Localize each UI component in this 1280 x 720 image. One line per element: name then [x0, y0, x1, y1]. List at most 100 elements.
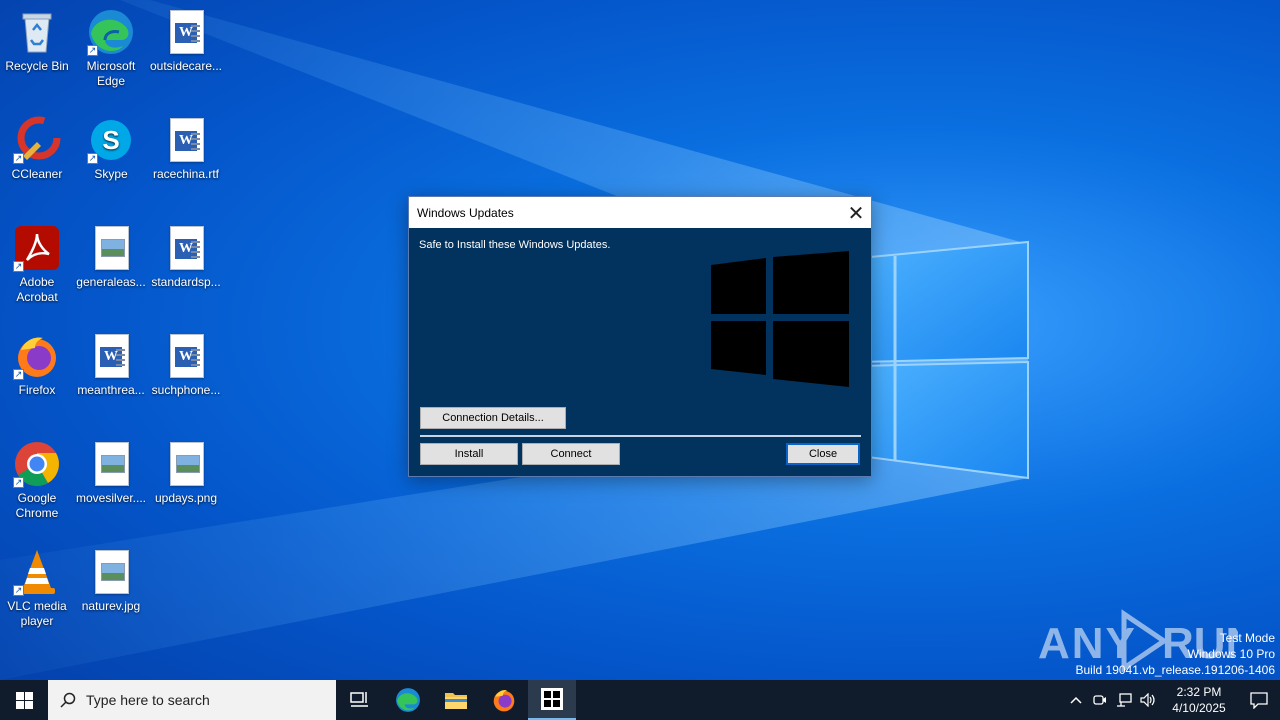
watermark-line: Test Mode — [1219, 631, 1275, 645]
shortcut-arrow-icon: ↗ — [87, 153, 98, 164]
desktop-icon-image-file[interactable]: naturev.jpg — [73, 548, 149, 614]
show-hidden-icons-button[interactable] — [1064, 680, 1088, 720]
start-button[interactable] — [0, 680, 48, 720]
notification-icon — [1250, 692, 1268, 709]
word-document-icon: W — [162, 332, 210, 380]
shortcut-arrow-icon: ↗ — [13, 369, 24, 380]
desktop-icon-image-file[interactable]: updays.png — [148, 440, 224, 506]
close-icon[interactable]: ✕ — [841, 198, 871, 228]
taskbar-windows-updates-button[interactable] — [528, 680, 576, 720]
clock-time: 2:32 PM — [1176, 685, 1222, 699]
word-document-icon: W — [162, 224, 210, 272]
taskbar-search-box[interactable]: Type here to search — [48, 680, 336, 720]
clock-date: 4/10/2025 — [1172, 701, 1226, 715]
desktop-icon-label: racechina.rtf — [152, 167, 220, 181]
desktop-icon-label: VLC media player — [7, 599, 67, 628]
desktop-icon-image-file[interactable]: movesilver.... — [73, 440, 149, 506]
desktop-icon-label: Google Chrome — [15, 491, 59, 520]
install-button[interactable]: Install — [420, 443, 518, 465]
dialog-title: Windows Updates — [417, 205, 514, 220]
dialog-separator — [420, 435, 861, 437]
desktop-icon-label: Recycle Bin — [5, 59, 69, 73]
word-document-icon: W — [162, 116, 210, 164]
desktop-icon-adobe-acrobat[interactable]: ↗ Adobe Acrobat — [0, 224, 75, 305]
desktop-icon-ccleaner[interactable]: ↗ CCleaner — [0, 116, 75, 182]
shortcut-arrow-icon: ↗ — [13, 261, 24, 272]
image-file-icon — [87, 440, 135, 488]
desktop-icon-word-document[interactable]: W outsidecare... — [148, 8, 224, 74]
windows-logo-icon — [711, 251, 849, 387]
desktop-icon-label: outsidecare... — [149, 59, 223, 73]
recycle-bin-icon — [13, 8, 61, 56]
network-button[interactable] — [1112, 680, 1136, 720]
desktop-icon-word-document[interactable]: W meanthrea... — [73, 332, 149, 398]
firefox-icon — [493, 689, 515, 712]
desktop-icon-label: CCleaner — [11, 167, 63, 181]
desktop-icon-image-file[interactable]: generaleas... — [73, 224, 149, 290]
word-document-icon: W — [87, 332, 135, 380]
desktop-icon-label: Skype — [94, 167, 128, 181]
chevron-up-icon — [1070, 696, 1082, 704]
action-center-button[interactable] — [1238, 680, 1280, 720]
network-icon — [1117, 693, 1132, 707]
desktop-icon-label: Firefox — [18, 383, 56, 397]
desktop-icon-word-document[interactable]: W suchphone... — [148, 332, 224, 398]
google-chrome-icon: ↗ — [13, 440, 61, 488]
desktop-icon-label: Adobe Acrobat — [16, 275, 58, 304]
desktop-icon-label: suchphone... — [151, 383, 221, 397]
volume-button[interactable] — [1136, 680, 1160, 720]
image-file-icon — [162, 440, 210, 488]
desktop-icon-word-document[interactable]: W racechina.rtf — [148, 116, 224, 182]
windows-start-icon — [15, 691, 33, 709]
desktop-icon-label: meanthrea... — [77, 383, 145, 397]
test-mode-watermark: Test Mode Windows 10 Pro Build 19041.vb_… — [1076, 630, 1276, 678]
desktop-icon-google-chrome[interactable]: ↗ Google Chrome — [0, 440, 75, 521]
taskbar-edge-button[interactable] — [384, 680, 432, 720]
skype-icon: S ↗ — [87, 116, 135, 164]
image-file-icon — [87, 224, 135, 272]
connect-button[interactable]: Connect — [522, 443, 620, 465]
desktop-icon-label: standardsp... — [151, 275, 221, 289]
desktop-icon-label: movesilver.... — [75, 491, 147, 505]
tray-app-button[interactable] — [1088, 680, 1112, 720]
edge-icon: ↗ — [87, 8, 135, 56]
desktop-icon-word-document[interactable]: W standardsp... — [148, 224, 224, 290]
image-file-icon — [87, 548, 135, 596]
desktop-icon-microsoft-edge[interactable]: ↗ Microsoft Edge — [73, 8, 149, 89]
desktop-icon-vlc[interactable]: ↗ VLC media player — [0, 548, 75, 629]
dialog-titlebar[interactable]: Windows Updates ✕ — [409, 197, 871, 228]
task-view-icon — [350, 692, 368, 707]
taskbar-clock[interactable]: 2:32 PM 4/10/2025 — [1160, 684, 1238, 716]
taskbar-firefox-button[interactable] — [480, 680, 528, 720]
connection-details-button[interactable]: Connection Details... — [420, 407, 566, 429]
taskbar-file-explorer-button[interactable] — [432, 680, 480, 720]
speaker-icon — [1140, 693, 1155, 707]
search-placeholder: Type here to search — [86, 692, 210, 708]
desktop-icon-skype[interactable]: S ↗ Skype — [73, 116, 149, 182]
meet-now-icon — [1093, 695, 1106, 705]
close-button[interactable]: Close — [786, 443, 860, 465]
task-view-button[interactable] — [336, 680, 384, 720]
desktop-icon-firefox[interactable]: ↗ Firefox — [0, 332, 75, 398]
desktop-icon-label: naturev.jpg — [81, 599, 141, 613]
system-tray: 2:32 PM 4/10/2025 — [1064, 680, 1280, 720]
desktop-icon-recycle-bin[interactable]: Recycle Bin — [0, 8, 75, 74]
svg-text:S: S — [102, 125, 119, 155]
ccleaner-icon: ↗ — [13, 116, 61, 164]
word-document-icon: W — [162, 8, 210, 56]
firefox-icon: ↗ — [13, 332, 61, 380]
desktop-icon-label: Microsoft Edge — [86, 59, 136, 88]
search-icon — [60, 692, 76, 708]
shortcut-arrow-icon: ↗ — [13, 477, 24, 488]
desktop-icon-label: updays.png — [154, 491, 218, 505]
shortcut-arrow-icon: ↗ — [13, 585, 24, 596]
edge-icon — [396, 688, 420, 712]
desktop-icon-label: generaleas... — [76, 275, 146, 289]
watermark-line: Windows 10 Pro — [1187, 647, 1275, 661]
adobe-acrobat-icon: ↗ — [13, 224, 61, 272]
shortcut-arrow-icon: ↗ — [87, 45, 98, 56]
watermark-line: Build 19041.vb_release.191206-1406 — [1075, 663, 1276, 677]
shortcut-arrow-icon: ↗ — [13, 153, 24, 164]
windows-logo-icon — [541, 688, 563, 710]
taskbar: Type here to search 2:32 PM 4/10/2025 — [0, 680, 1280, 720]
